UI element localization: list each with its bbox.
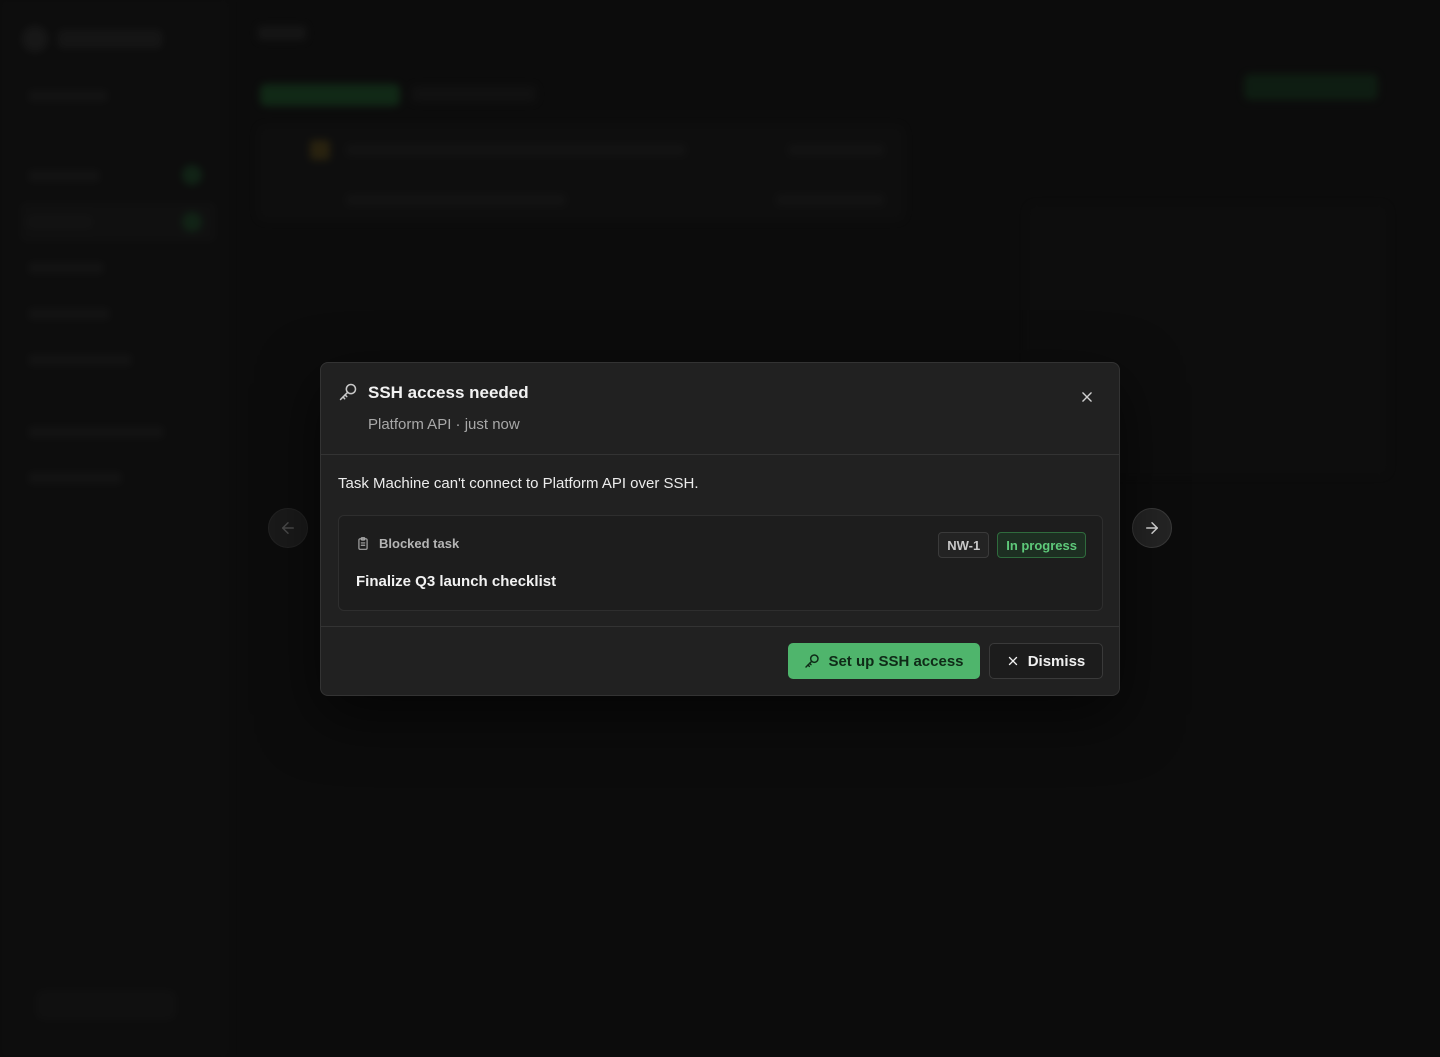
task-title: Finalize Q3 launch checklist (356, 573, 557, 590)
ssh-access-dialog: SSH access needed Platform API · just no… (320, 362, 1120, 696)
task-id-badge: NW-1 (938, 532, 990, 558)
dialog-footer: Set up SSH access Dismiss (321, 627, 1119, 695)
arrow-left-icon (282, 522, 294, 534)
dialog-body: Task Machine can't connect to Platform A… (321, 455, 1119, 627)
blocked-task-label: Blocked task (379, 536, 460, 551)
setup-ssh-button[interactable]: Set up SSH access (788, 643, 980, 679)
dismiss-button[interactable]: Dismiss (989, 643, 1103, 679)
arrow-right-icon (1146, 522, 1158, 534)
task-tags: NW-1 In progress (938, 532, 1086, 558)
dialog-header: SSH access needed Platform API · just no… (321, 363, 1119, 455)
dialog-title: SSH access needed (368, 383, 529, 402)
key-icon (338, 382, 358, 402)
app-window: SSH access needed Platform API · just no… (0, 0, 1440, 1057)
dismiss-label: Dismiss (1027, 652, 1086, 670)
clipboard-icon (356, 536, 370, 551)
key-icon (804, 653, 820, 669)
blocked-task-card[interactable]: Blocked task NW-1 In progress Finalize Q… (338, 515, 1103, 611)
close-icon (1082, 392, 1092, 402)
close-button[interactable] (1075, 385, 1099, 409)
task-label-row: Blocked task (356, 536, 459, 551)
setup-ssh-label: Set up SSH access (828, 652, 964, 670)
close-icon (1007, 655, 1019, 667)
previous-button[interactable] (268, 508, 308, 548)
next-button[interactable] (1132, 508, 1172, 548)
dialog-subtitle: Platform API · just now (368, 416, 520, 433)
status-badge: In progress (997, 532, 1086, 558)
dialog-message: Task Machine can't connect to Platform A… (338, 475, 699, 492)
